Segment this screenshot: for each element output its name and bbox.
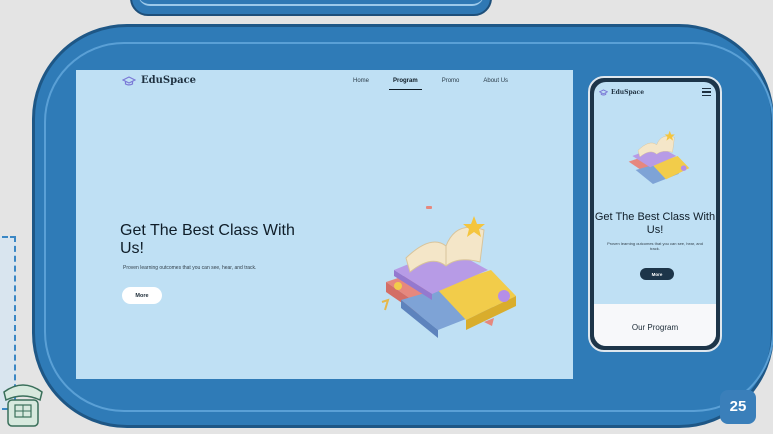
mobile-program-section: Our Program <box>594 304 716 346</box>
desktop-logo-text: EduSpace <box>141 75 197 86</box>
hamburger-menu-icon[interactable] <box>702 88 711 96</box>
mobile-screen: EduSpace Get The Best Class With Us! Pro… <box>594 82 716 346</box>
nav-promo[interactable]: Promo <box>430 77 472 89</box>
graduation-cap-icon <box>122 75 136 85</box>
desktop-more-button[interactable]: More <box>122 287 162 304</box>
desktop-logo[interactable]: EduSpace <box>122 75 196 86</box>
desktop-hero-title: Get The Best Class With Us! <box>120 222 295 257</box>
mobile-hero-subtitle: Proven learning outcomes that you can se… <box>607 241 703 251</box>
mobile-hero-title: Get The Best Class With Us! <box>594 211 716 236</box>
page-number-badge: 25 <box>720 390 756 424</box>
telephone-icon <box>3 384 43 427</box>
desktop-mockup: EduSpace Home Program Promo About Us Get… <box>76 70 573 379</box>
mobile-more-button[interactable]: More <box>640 268 674 280</box>
mobile-section-title: Our Program <box>631 323 679 332</box>
nav-home[interactable]: Home <box>341 77 381 89</box>
mobile-logo[interactable]: EduSpace <box>599 89 644 96</box>
nav-program[interactable]: Program <box>389 77 422 90</box>
top-decoration <box>130 0 492 16</box>
mobile-mockup: EduSpace Get The Best Class With Us! Pro… <box>588 76 722 352</box>
mobile-logo-text: EduSpace <box>611 89 645 96</box>
desktop-nav: Home Program Promo About Us <box>341 77 520 90</box>
graduation-cap-icon <box>599 89 608 96</box>
books-illustration <box>381 206 516 338</box>
books-illustration <box>628 130 690 184</box>
nav-about-us[interactable]: About Us <box>471 77 520 89</box>
desktop-hero-subtitle: Proven learning outcomes that you can se… <box>123 265 257 271</box>
